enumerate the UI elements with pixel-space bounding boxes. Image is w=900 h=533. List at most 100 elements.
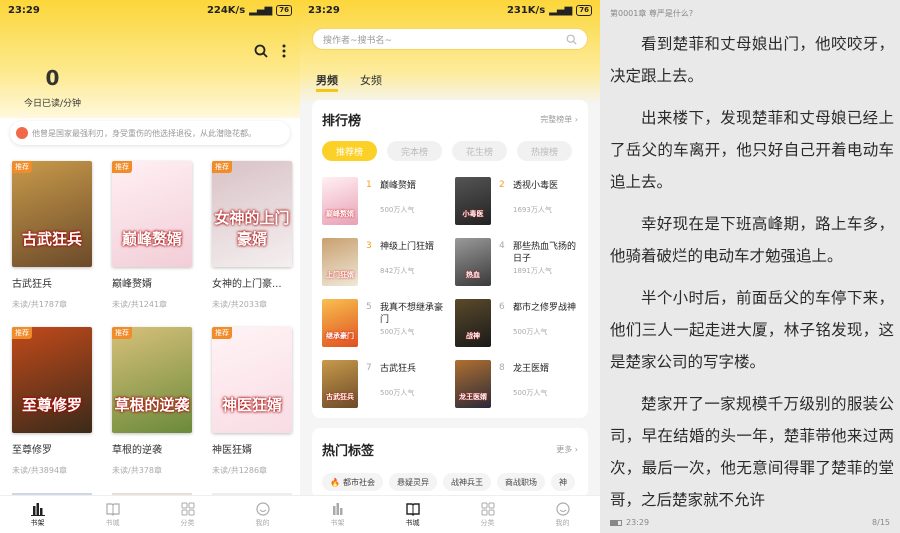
smile-icon [255,501,270,516]
more-tags-label: 更多 [556,445,573,454]
ranking-item[interactable]: 古武狂兵 7 古武狂兵 500万人气 [322,360,447,410]
cover-title: 巅峰赘婿 [326,210,354,218]
paragraph: 出来楼下，发现楚菲和丈母娘已经上了岳父的车离开，他只好自己开着电动车追上去。 [610,109,894,191]
more-vertical-icon[interactable] [282,44,286,58]
full-ranking-label: 完整榜单 [540,115,573,124]
book-card[interactable]: 推荐 至尊修罗 至尊修罗 未读/共3894章 [12,327,92,476]
book-cover: 推荐 草根的逆袭 [112,327,192,433]
cover-title: 至尊修罗 [21,396,82,414]
tag-label: 神 [558,477,567,487]
search-icon[interactable] [254,44,268,58]
rank-number: 6 [499,302,505,312]
tab-bookshelf[interactable]: 书架 [300,496,375,533]
book-title: 古武狂兵 [380,364,417,374]
book-card[interactable]: 推荐 草根的逆袭 草根的逆袭 未读/共378章 [112,327,192,476]
bookshelf-icon [332,502,342,515]
tab-male[interactable]: 男频 [316,72,338,92]
reader-screen[interactable]: 第0001章 尊严是什么? 看到楚菲和丈母娘出门，他咬咬牙，决定跟上去。 出来楼下… [600,0,900,533]
tab-female[interactable]: 女频 [360,72,382,92]
hot-tag-list: 🔥 都市社会 悬疑灵异 战神兵王 商战职场 神 [322,473,578,491]
hot-tag-chip[interactable]: 悬疑灵异 [388,473,437,491]
tab-profile[interactable]: 我的 [225,496,300,533]
hot-tag-chip[interactable]: 🔥 都市社会 [322,473,383,491]
tab-bookstore[interactable]: 书城 [375,496,450,533]
pill-completed[interactable]: 完本榜 [387,141,442,161]
rank-number: 1 [366,180,372,190]
ranking-item[interactable]: 上门狂婿 3 神级上门狂婿 842万人气 [322,238,447,288]
tab-category[interactable]: 分类 [150,496,225,533]
book-cover: 上门狂婿 [322,238,358,286]
book-card[interactable]: 推荐 古武狂兵 古武狂兵 未读/共1787章 [12,161,92,310]
cover-title: 战神 [466,332,480,340]
book-title: 至尊修罗 [12,445,52,456]
book-title: 那些热血飞扬的日子 [513,242,577,264]
full-ranking-link[interactable]: 完整榜单 › [540,114,578,125]
book-title: 龙王医婿 [513,364,550,374]
book-progress: 未读/共1286章 [212,466,268,475]
book-cover: 龙王医婿 [455,360,491,408]
reader-footer: 23:29 8/15 [610,518,890,527]
book-cover: 推荐 神医狂婿 [212,327,292,433]
bookshelf-icon [30,502,45,516]
tag-label: 悬疑灵异 [396,477,429,487]
paragraph: 看到楚菲和丈母娘出门，他咬咬牙，决定跟上去。 [610,35,894,85]
tab-profile[interactable]: 我的 [525,496,600,533]
cover-title: 热血 [466,271,480,279]
bottom-tab-bar: 书架 书城 分类 我的 [300,495,600,533]
shelf-row: 推荐 至尊修罗 至尊修罗 未读/共3894章 推荐 草根的逆袭 草根的逆袭 未读/共378章推… [12,327,292,476]
notice-banner[interactable]: 他曾是国家最强利刃，身受重伤的他选择退役，从此潜隐花都。 [10,121,290,145]
recommend-tag: 推荐 [112,161,132,173]
smile-icon [555,501,570,516]
ranking-item[interactable]: 小毒医 2 透视小毒医 1693万人气 [455,177,580,227]
tab-label: 书架 [330,518,345,527]
hot-tag-chip[interactable]: 商战职场 [496,473,545,491]
pill-peanut[interactable]: 花生榜 [452,141,507,161]
grid-icon [181,502,194,515]
cover-title: 女神的上门豪婿 [214,209,290,248]
book-title: 巅峰赘婿 [112,279,152,290]
battery-icon [610,519,622,526]
ranking-item[interactable]: 巅峰赘婿 1 巅峰赘婿 500万人气 [322,177,447,227]
bookstore-screen: 23:29 231K/s ▂▄▆ 76 搜作者~搜书名~ 男频 女频 排行榜 完… [300,0,600,533]
tab-bookshelf[interactable]: 书架 [0,496,75,533]
popularity: 500万人气 [513,328,548,336]
book-card[interactable]: 推荐 巅峰赘婿 巅峰赘婿 未读/共1241章 [112,161,192,310]
status-bar: 23:29 224K/s ▂▄▆ 76 [0,0,300,20]
cover-title: 古武狂兵 [326,393,354,401]
book-cover: 巅峰赘婿 [322,177,358,225]
book-card[interactable]: 推荐 女神的上门豪婿 女神的上门豪... 未读/共2033章 [212,161,292,310]
ranking-item[interactable]: 热血 4 那些热血飞扬的日子 1891万人气 [455,238,580,288]
grid-icon [481,502,494,515]
ranking-item[interactable]: 战神 6 都市之修罗战神 500万人气 [455,299,580,349]
book-title: 神级上门狂婿 [380,242,435,252]
hot-tag-chip[interactable]: 神 [550,473,575,491]
recommend-tag: 推荐 [112,327,132,339]
tab-label: 书架 [30,518,45,527]
gender-tabs: 男频 女频 [316,72,382,92]
hot-tag-chip[interactable]: 战神兵王 [442,473,491,491]
tag-label: 战神兵王 [450,477,483,487]
book-progress: 未读/共378章 [112,466,162,475]
rank-number: 5 [366,302,372,312]
ranking-card: 排行榜 完整榜单 › 推荐榜 完本榜 花生榜 热搜榜 巅峰赘婿 1 巅峰赘婿 500万… [312,100,588,418]
ranking-item[interactable]: 继承豪门 5 我真不想继承豪门 500万人气 [322,299,447,349]
pill-recommend[interactable]: 推荐榜 [322,141,377,161]
search-input[interactable]: 搜作者~搜书名~ [312,28,588,50]
book-card[interactable]: 推荐 神医狂婿 神医狂婿 未读/共1286章 [212,327,292,476]
chevron-right-icon: › [574,115,578,124]
ranking-item[interactable]: 龙王医婿 8 龙王医婿 500万人气 [455,360,580,410]
recommend-tag: 推荐 [212,161,232,173]
book-title: 我真不想继承豪门 [380,303,444,325]
cover-title: 上门狂婿 [326,271,354,279]
tab-category[interactable]: 分类 [450,496,525,533]
tab-bookstore[interactable]: 书城 [75,496,150,533]
notice-text: 他曾是国家最强利刃，身受重伤的他选择退役，从此潜隐花都。 [32,128,256,138]
hot-tags-card: 热门标签 更多 › 🔥 都市社会 悬疑灵异 战神兵王 商战职场 神 [312,428,588,498]
reader-time: 23:29 [626,518,650,527]
popularity: 842万人气 [380,267,415,275]
cover-title: 古武狂兵 [21,230,82,248]
popularity: 1693万人气 [513,206,552,214]
status-bar: 23:29 231K/s ▂▄▆ 76 [300,0,600,20]
pill-hot-search[interactable]: 热搜榜 [517,141,572,161]
more-tags-link[interactable]: 更多 › [556,444,578,455]
